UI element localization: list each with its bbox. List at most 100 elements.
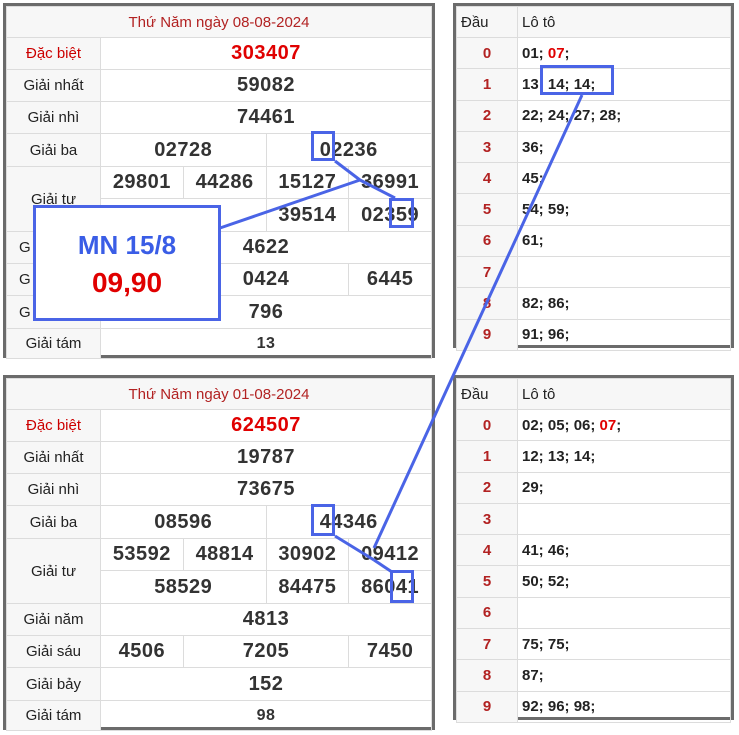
loto-values: 87;	[517, 659, 731, 692]
prize-label-second: Giải nhì	[6, 473, 101, 506]
prize-label-fifth: Giải năm	[6, 603, 101, 636]
loto-row: 6	[456, 596, 731, 630]
results-table-01-08-2024: Thứ Năm ngày 01-08-2024 Đặc biệt 624507 G…	[3, 375, 435, 731]
prize-fourth-value: 44286	[182, 166, 267, 199]
prize-fourth-value: 39514	[265, 198, 350, 232]
loto-values-text: 02; 05; 06;	[522, 416, 600, 434]
prize-second-value: 73675	[100, 473, 432, 506]
loto-head-loto: Lô tô	[517, 378, 731, 410]
loto-values-text: 87;	[522, 667, 544, 685]
prize-fourth-value: 15127	[265, 166, 350, 199]
loto-head-loto: Lô tô	[517, 6, 731, 38]
loto-head-digit: 1	[456, 440, 518, 473]
loto-head-digit: 7	[456, 256, 518, 289]
loto-head-digit: 1	[456, 68, 518, 101]
loto-row: 9 91; 96;	[456, 318, 731, 351]
prize-fourth-value: 53592	[100, 538, 184, 571]
loto-head-digit: 9	[456, 690, 518, 723]
loto-values-text: 61;	[522, 232, 544, 250]
loto-values: 41; 46;	[517, 534, 731, 567]
loto-row: 3 36;	[456, 130, 731, 164]
loto-values-text: 50; 52;	[522, 573, 570, 591]
prize-fourth-value: 09412	[348, 538, 432, 571]
prize-label-fourth: Giải tư	[6, 538, 101, 604]
loto-values: 45;	[517, 162, 731, 195]
highlight-box-loto-14-14	[540, 65, 614, 95]
prize-label-sixth: Giải sáu	[6, 635, 101, 668]
loto-row: 4 45;	[456, 162, 731, 195]
prize-label-eighth: Giải tám	[6, 700, 101, 731]
loto-row: 1 12; 13; 14;	[456, 440, 731, 473]
loto-values	[517, 256, 731, 289]
prize-sixth-value: 7205	[182, 635, 350, 668]
loto-values: 92; 96; 98;	[517, 690, 731, 723]
prize-fourth-value: 84475	[265, 570, 350, 604]
callout-title: MN 15/8	[77, 230, 177, 260]
loto-row: 8 82; 86;	[456, 287, 731, 320]
loto-row: 5 50; 52;	[456, 565, 731, 598]
loto-values: 36;	[517, 130, 731, 164]
loto-head-digit: 9	[456, 318, 518, 351]
prize-fourth-value: 29801	[100, 166, 184, 199]
loto-head-digit: 5	[456, 565, 518, 598]
loto-row: 9 92; 96; 98;	[456, 690, 731, 723]
prize-third-value: 44346	[265, 505, 432, 539]
loto-head-digit: 2	[456, 471, 518, 504]
loto-head-digit: 3	[456, 502, 518, 536]
loto-values-suffix: ;	[564, 44, 570, 62]
loto-values-text: 45;	[522, 169, 544, 187]
loto-values-text: 22; 24; 27; 28;	[522, 107, 622, 125]
loto-values-text: 75; 75;	[522, 635, 570, 653]
prize-third-value: 02728	[100, 133, 267, 167]
loto-table-08-08-2024: Đầu Lô tô 0 01; 07; 1 13; 14; 14; 2 22; 24; 27…	[453, 3, 734, 351]
prize-label-first: Giải nhất	[6, 441, 101, 474]
prize-label-first: Giải nhất	[6, 69, 101, 102]
loto-values-text: 41; 46;	[522, 541, 570, 559]
loto-head-digit: 0	[456, 408, 518, 442]
prize-sixth-value: 4506	[100, 635, 184, 668]
prize-special-value: 303407	[100, 37, 432, 70]
loto-table-01-08-2024: Đầu Lô tô 0 02; 05; 06; 07; 1 12; 13; 14; 2 29…	[453, 375, 734, 723]
loto-values: 12; 13; 14;	[517, 440, 731, 473]
loto-head-digit: 8	[456, 287, 518, 320]
highlight-box-digit-4	[311, 504, 335, 536]
highlight-box-digit-9	[389, 198, 414, 228]
loto-head-digit: 7	[456, 628, 518, 661]
loto-head-digit: 2	[456, 99, 518, 132]
callout-numbers: 09,90	[91, 267, 163, 298]
draw-title: Thứ Năm ngày 08-08-2024	[6, 6, 432, 38]
prize-label-third: Giải ba	[6, 505, 101, 539]
loto-head-digit: 0	[456, 36, 518, 70]
prize-first-value: 59082	[100, 69, 432, 102]
loto-values	[517, 596, 731, 630]
prize-label-third: Giải ba	[6, 133, 101, 167]
loto-row: 2 29;	[456, 471, 731, 504]
loto-values-text: 36;	[522, 138, 544, 156]
prize-fourth-value: 36991	[348, 166, 432, 199]
loto-values-text: 82; 86;	[522, 295, 570, 313]
prize-label-seventh: Giải bảy	[6, 667, 101, 701]
loto-head-dau: Đầu	[456, 6, 518, 38]
loto-row: 6 61;	[456, 224, 731, 258]
loto-values: 54; 59;	[517, 193, 731, 226]
prize-fifth-value: 4813	[100, 603, 432, 636]
loto-head-digit: 6	[456, 596, 518, 630]
prize-first-value: 19787	[100, 441, 432, 474]
prize-label-special: Đặc biệt	[6, 409, 101, 442]
prize-eighth-value: 98	[100, 700, 432, 731]
loto-values-suffix: ;	[616, 416, 622, 434]
loto-row: 7 75; 75;	[456, 628, 731, 661]
loto-values: 50; 52;	[517, 565, 731, 598]
loto-values-text: 54; 59;	[522, 201, 570, 219]
prize-third-value: 08596	[100, 505, 267, 539]
loto-head-digit: 5	[456, 193, 518, 226]
loto-row: 4 41; 46;	[456, 534, 731, 567]
prize-seventh-value: 152	[100, 667, 432, 701]
prize-fourth-value: 48814	[182, 538, 267, 571]
loto-values-text: 01;	[522, 44, 548, 62]
loto-head-digit: 6	[456, 224, 518, 258]
loto-values-text: 92; 96; 98;	[522, 698, 596, 716]
loto-row: 3	[456, 502, 731, 536]
loto-special-value: 07	[547, 44, 565, 62]
loto-values-text: 29;	[522, 479, 544, 497]
